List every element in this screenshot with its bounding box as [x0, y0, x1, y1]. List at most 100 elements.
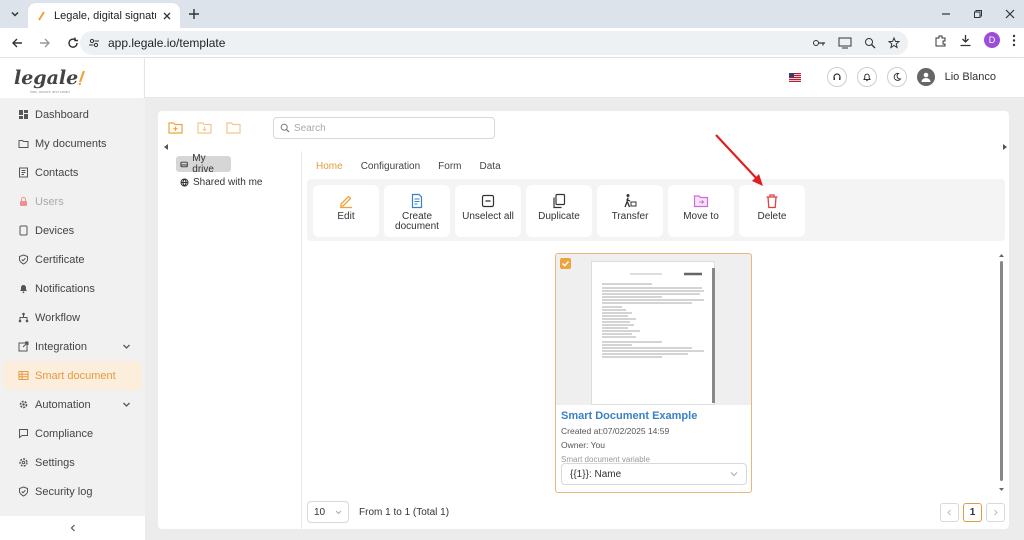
scroll-up-icon[interactable]: [999, 253, 1004, 258]
sidebar-item-users[interactable]: Users: [0, 187, 145, 216]
sidebar-item-dashboard[interactable]: Dashboard: [0, 100, 145, 129]
trash-icon: [766, 194, 778, 209]
logo-mark-icon: [78, 70, 86, 86]
new-folder-icon[interactable]: [168, 121, 183, 134]
transfer-button[interactable]: Transfer: [597, 185, 663, 237]
document-checkbox[interactable]: [560, 258, 571, 269]
scroll-left-icon[interactable]: [164, 144, 169, 150]
star-icon[interactable]: [888, 37, 900, 49]
variable-select[interactable]: {{1}}: Name: [561, 463, 747, 485]
support-button[interactable]: [826, 67, 847, 87]
ribbon-tabs: Home Configuration Form Data: [316, 161, 501, 172]
sidebar-item-security-log[interactable]: Security log: [0, 477, 145, 506]
address-bar[interactable]: app.legale.io/template: [80, 31, 908, 55]
browser-toolbar: app.legale.io/template D: [0, 28, 1024, 58]
sidebar-item-smart-document[interactable]: Smart document: [3, 361, 142, 390]
sidebar-item-label: Users: [35, 195, 64, 208]
tree-item-my-drive[interactable]: My drive: [176, 153, 231, 175]
page-button-current[interactable]: 1: [963, 502, 982, 522]
unselect-all-button[interactable]: Unselect all: [455, 185, 521, 237]
prev-page-button[interactable]: [940, 502, 959, 522]
sidebar-collapse-button[interactable]: [0, 516, 145, 540]
preview-scrollbar[interactable]: [712, 268, 715, 403]
tab-form[interactable]: Form: [438, 161, 461, 172]
next-page-button[interactable]: [986, 502, 1005, 522]
new-tab-button[interactable]: [186, 6, 202, 22]
sidebar-item-settings[interactable]: Settings: [0, 448, 145, 477]
scroll-down-icon[interactable]: [999, 487, 1004, 492]
sidebar-item-certificate[interactable]: Certificate: [0, 245, 145, 274]
document-variable-label: Smart document variable: [561, 455, 650, 464]
actions-toolbar: Edit Create document Unselect all Duplic…: [307, 179, 1005, 241]
menu-dots-icon[interactable]: [1012, 34, 1016, 47]
document-page-lines: [602, 272, 704, 358]
search-input[interactable]: Search: [273, 117, 495, 139]
tree-item-shared[interactable]: Shared with me: [176, 174, 299, 190]
headset-icon: [833, 73, 841, 80]
browser-tabbar: Legale, digital signature: [0, 0, 1024, 28]
sidebar-item-automation[interactable]: Automation: [0, 390, 145, 419]
sidebar-item-devices[interactable]: Devices: [0, 216, 145, 245]
user-name[interactable]: Lio Blanco: [945, 71, 996, 83]
tab-search-button[interactable]: [6, 5, 24, 23]
zoom-icon[interactable]: [864, 37, 876, 49]
password-key-icon[interactable]: [812, 37, 826, 49]
sidebar: legale fast, secure and smart Dashboard …: [0, 58, 145, 540]
sidebar-item-contacts[interactable]: Contacts: [0, 158, 145, 187]
chevron-down-icon: [730, 472, 738, 477]
content-scrollbar[interactable]: [999, 253, 1004, 493]
tree-item-label: Shared with me: [193, 176, 263, 188]
sidebar-item-label: Contacts: [35, 166, 79, 179]
extensions-icon[interactable]: [934, 34, 947, 47]
url-text: app.legale.io/template: [108, 36, 226, 50]
transfer-label: Transfer: [611, 211, 649, 222]
logo[interactable]: legale fast, secure and smart: [0, 58, 144, 98]
sidebar-item-notifications[interactable]: Notifications: [0, 274, 145, 303]
folder-download-icon[interactable]: [197, 121, 212, 134]
sidebar-item-compliance[interactable]: Compliance: [0, 419, 145, 448]
profile-avatar[interactable]: D: [984, 32, 1000, 48]
main-content: Search My drive Shared with me Home Conf…: [145, 98, 1024, 540]
duplicate-label: Duplicate: [538, 211, 580, 222]
move-to-button[interactable]: Move to: [668, 185, 734, 237]
document-title[interactable]: Smart Document Example: [556, 405, 751, 422]
document-preview[interactable]: [556, 254, 751, 405]
duplicate-button[interactable]: Duplicate: [526, 185, 592, 237]
tab-configuration[interactable]: Configuration: [361, 161, 420, 172]
forward-button[interactable]: [34, 32, 56, 54]
pagination: 10 From 1 to 1 (Total 1) 1: [307, 501, 1005, 523]
browser-tab[interactable]: Legale, digital signature: [28, 3, 180, 28]
create-document-button[interactable]: Create document: [384, 185, 450, 237]
back-button[interactable]: [6, 32, 28, 54]
folder-icon[interactable]: [226, 121, 241, 134]
close-icon[interactable]: [162, 11, 172, 21]
tab-data[interactable]: Data: [480, 161, 501, 172]
edit-button[interactable]: Edit: [313, 185, 379, 237]
page-size-select[interactable]: 10: [307, 501, 349, 523]
tab-home[interactable]: Home: [316, 161, 343, 172]
move-to-label: Move to: [683, 211, 719, 222]
document-card[interactable]: Smart Document Example Created at:07/02/…: [555, 253, 752, 493]
sidebar-item-integration[interactable]: Integration: [0, 332, 145, 361]
sidebar-item-workflow[interactable]: Workflow: [0, 303, 145, 332]
cast-icon[interactable]: [838, 37, 852, 49]
scrollbar-thumb[interactable]: [1000, 261, 1003, 481]
site-info-icon[interactable]: [88, 37, 100, 49]
us-flag-icon[interactable]: [788, 72, 801, 82]
user-avatar[interactable]: [916, 68, 935, 86]
scroll-right-icon[interactable]: [1002, 144, 1007, 150]
minimize-button[interactable]: [928, 0, 964, 28]
sidebar-item-my-documents[interactable]: My documents: [0, 129, 145, 158]
workflow-icon: [18, 312, 29, 323]
integration-icon: [18, 341, 29, 352]
close-window-button[interactable]: [992, 0, 1024, 28]
logo-text: legale: [14, 67, 79, 89]
theme-toggle-button[interactable]: [886, 67, 907, 87]
restore-icon: [974, 10, 982, 18]
restore-button[interactable]: [960, 0, 996, 28]
notifications-button[interactable]: [856, 67, 877, 87]
arrow-right-icon: [40, 38, 50, 47]
delete-button[interactable]: Delete: [739, 185, 805, 237]
arrow-left-icon: [12, 38, 22, 47]
download-icon[interactable]: [959, 34, 972, 47]
